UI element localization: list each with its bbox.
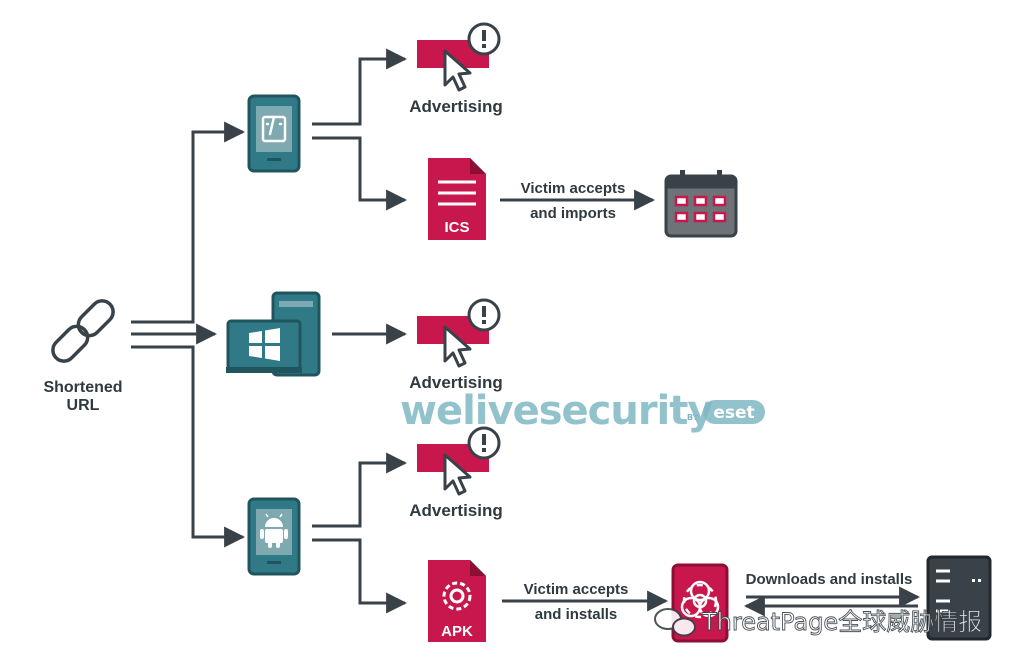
advertising-label: Advertising	[409, 97, 503, 116]
ios-advertising: Advertising	[409, 22, 503, 116]
android-action-line2: and installs	[535, 606, 618, 623]
brand-watermark: welivesecurity	[400, 388, 713, 434]
android-action-line1: Victim accepts	[524, 581, 629, 598]
source-label-line2: URL	[67, 397, 100, 414]
ics-file-label: ICS	[444, 219, 469, 236]
android-phone-icon	[247, 497, 301, 576]
ios-action-line2: and imports	[530, 205, 616, 222]
ios-phone-icon	[247, 94, 301, 173]
apk-file-label: APK	[441, 623, 473, 640]
windows-desktop-icon	[226, 291, 321, 377]
advertising-icon	[415, 298, 501, 368]
shortened-url-node: Shortened URL	[43, 299, 123, 414]
attack-flow-diagram: Shortened URL Advertising ICS Victim acc…	[43, 22, 992, 643]
advertising-icon	[415, 22, 501, 92]
brand-by: BY	[687, 413, 699, 422]
advertising-icon	[415, 426, 501, 496]
windows-advertising: Advertising	[409, 298, 503, 392]
eset-logo: eset	[713, 403, 754, 423]
calendar-icon	[664, 170, 738, 238]
chain-link-icon	[51, 299, 115, 363]
advertising-label: Advertising	[409, 501, 503, 520]
ics-file-icon: ICS	[428, 158, 486, 240]
wechat-watermark-text: ThreatPage全球威胁情报	[701, 608, 982, 636]
source-label-line1: Shortened	[43, 379, 122, 396]
android-advertising: Advertising	[409, 426, 503, 520]
apk-file-icon: APK	[428, 560, 486, 642]
wechat-watermark: ThreatPage全球威胁情报	[654, 608, 983, 637]
c2-action-label: Downloads and installs	[746, 571, 913, 588]
ios-action-line1: Victim accepts	[521, 180, 626, 197]
welivesecurity-watermark: welivesecurity BY eset	[400, 388, 765, 434]
